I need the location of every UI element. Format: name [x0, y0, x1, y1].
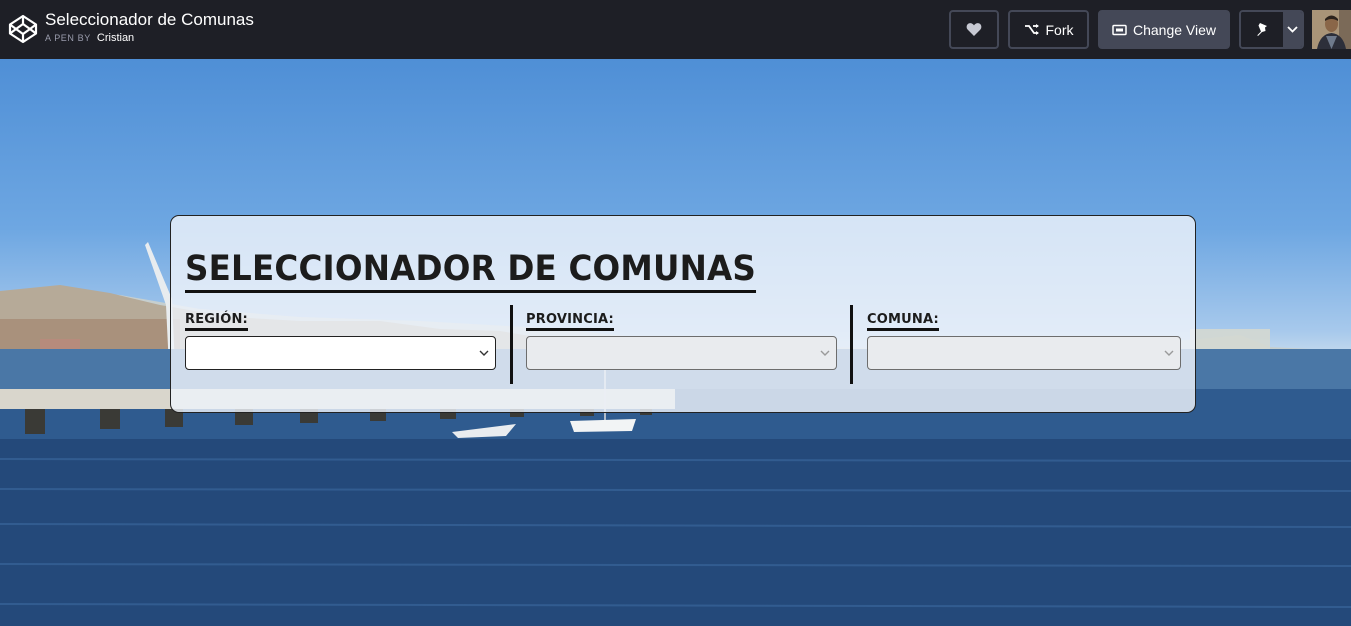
pin-dropdown-toggle[interactable]: [1282, 12, 1302, 47]
provincia-label: PROVINCIA:: [526, 312, 614, 331]
comuna-select[interactable]: [867, 336, 1181, 370]
pin-button[interactable]: [1241, 12, 1283, 47]
column-divider: [510, 305, 513, 384]
comuna-label: COMUNA:: [867, 312, 939, 331]
preview-area: SELECCIONADOR DE COMUNAS REGIÓN: PROVINC…: [0, 59, 1351, 626]
chevron-down-icon: [1164, 350, 1174, 356]
chevron-down-icon: [820, 350, 830, 356]
fork-icon: [1024, 23, 1039, 35]
pen-by-label: A PEN BY: [45, 33, 91, 43]
selector-card: SELECCIONADOR DE COMUNAS REGIÓN: PROVINC…: [170, 215, 1196, 413]
pen-byline: A PEN BY Cristian: [45, 31, 254, 45]
region-label: REGIÓN:: [185, 312, 248, 331]
change-view-icon: [1112, 24, 1127, 35]
chevron-down-icon: [1287, 26, 1298, 33]
author-link[interactable]: Cristian: [97, 32, 134, 44]
pin-button-group: [1239, 10, 1304, 49]
pen-title-block: Seleccionador de Comunas A PEN BY Cristi…: [45, 10, 254, 45]
region-select[interactable]: [185, 336, 496, 370]
fork-button[interactable]: Fork: [1008, 10, 1089, 49]
heart-icon: [966, 23, 982, 36]
provincia-select[interactable]: [526, 336, 837, 370]
user-avatar[interactable]: [1312, 10, 1351, 49]
codepen-logo-icon[interactable]: [8, 14, 38, 44]
column-divider: [850, 305, 853, 384]
change-view-button[interactable]: Change View: [1098, 10, 1230, 49]
pin-icon: [1257, 23, 1267, 36]
fork-label: Fork: [1045, 21, 1074, 38]
avatar-photo: [1312, 10, 1351, 49]
provincia-field: PROVINCIA:: [526, 308, 837, 370]
page-title: SELECCIONADOR DE COMUNAS: [185, 248, 757, 293]
love-button[interactable]: [949, 10, 999, 49]
pen-title[interactable]: Seleccionador de Comunas: [45, 10, 254, 30]
top-bar: Seleccionador de Comunas A PEN BY Cristi…: [0, 0, 1351, 59]
comuna-field: COMUNA:: [867, 308, 1181, 370]
region-field: REGIÓN:: [185, 308, 496, 370]
change-view-label: Change View: [1132, 21, 1217, 38]
chevron-down-icon: [479, 350, 489, 356]
